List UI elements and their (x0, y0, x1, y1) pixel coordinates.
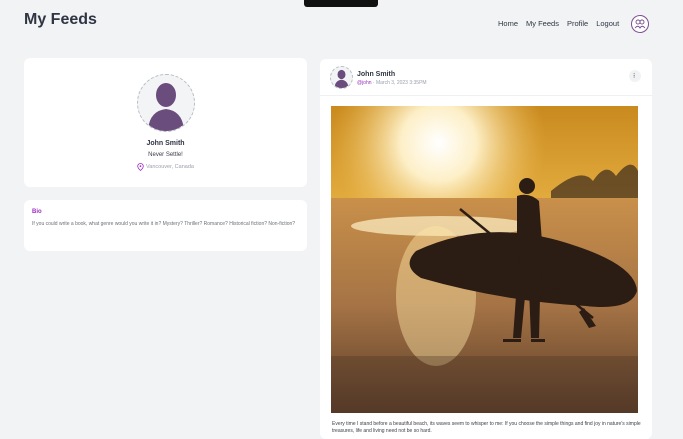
bio-heading: Bio (32, 209, 42, 215)
profile-name: John Smith (146, 140, 185, 147)
profile-avatar (137, 74, 195, 132)
post-author-handle[interactable]: @john (357, 80, 372, 86)
nav-logout-link[interactable]: Logout (596, 19, 619, 28)
post-date: March 3, 2023 3:35PM (375, 80, 427, 86)
top-nav: Home My Feeds Profile Logout (498, 19, 619, 28)
ellipsis-icon: ⠇ (632, 73, 638, 80)
page-title: My Feeds (24, 11, 97, 28)
person-avatar-icon (334, 69, 349, 88)
profile-location: Vancouver, Canada (24, 163, 307, 171)
profile-tagline: Never Settle! (148, 152, 183, 158)
post-author-avatar[interactable] (330, 66, 353, 89)
nav-home-link[interactable]: Home (498, 19, 518, 28)
users-icon (634, 19, 646, 29)
nav-my-feeds-link[interactable]: My Feeds (526, 19, 559, 28)
post-header-divider (320, 95, 652, 96)
person-avatar-icon (148, 83, 184, 131)
post-options-button[interactable]: ⠇ (629, 70, 641, 82)
bio-text: If you could write a book, what genre wo… (32, 221, 296, 227)
location-pin-icon (137, 163, 144, 171)
post-card: John Smith @john · March 3, 2023 3:35PM … (320, 59, 652, 439)
bio-card: Bio If you could write a book, what genr… (24, 200, 307, 251)
post-author-name[interactable]: John Smith (357, 71, 395, 78)
nav-profile-link[interactable]: Profile (567, 19, 588, 28)
surfer-sunset-photo (331, 106, 638, 413)
profile-card: John Smith Never Settle! Vancouver, Cana… (24, 58, 307, 187)
post-meta: @john · March 3, 2023 3:35PM (357, 80, 427, 86)
camera-notch (304, 0, 378, 7)
user-menu-avatar[interactable] (631, 15, 649, 33)
profile-location-text: Vancouver, Canada (146, 164, 194, 170)
post-image[interactable] (331, 106, 638, 413)
post-caption: Every time I stand before a beautiful be… (332, 421, 641, 434)
